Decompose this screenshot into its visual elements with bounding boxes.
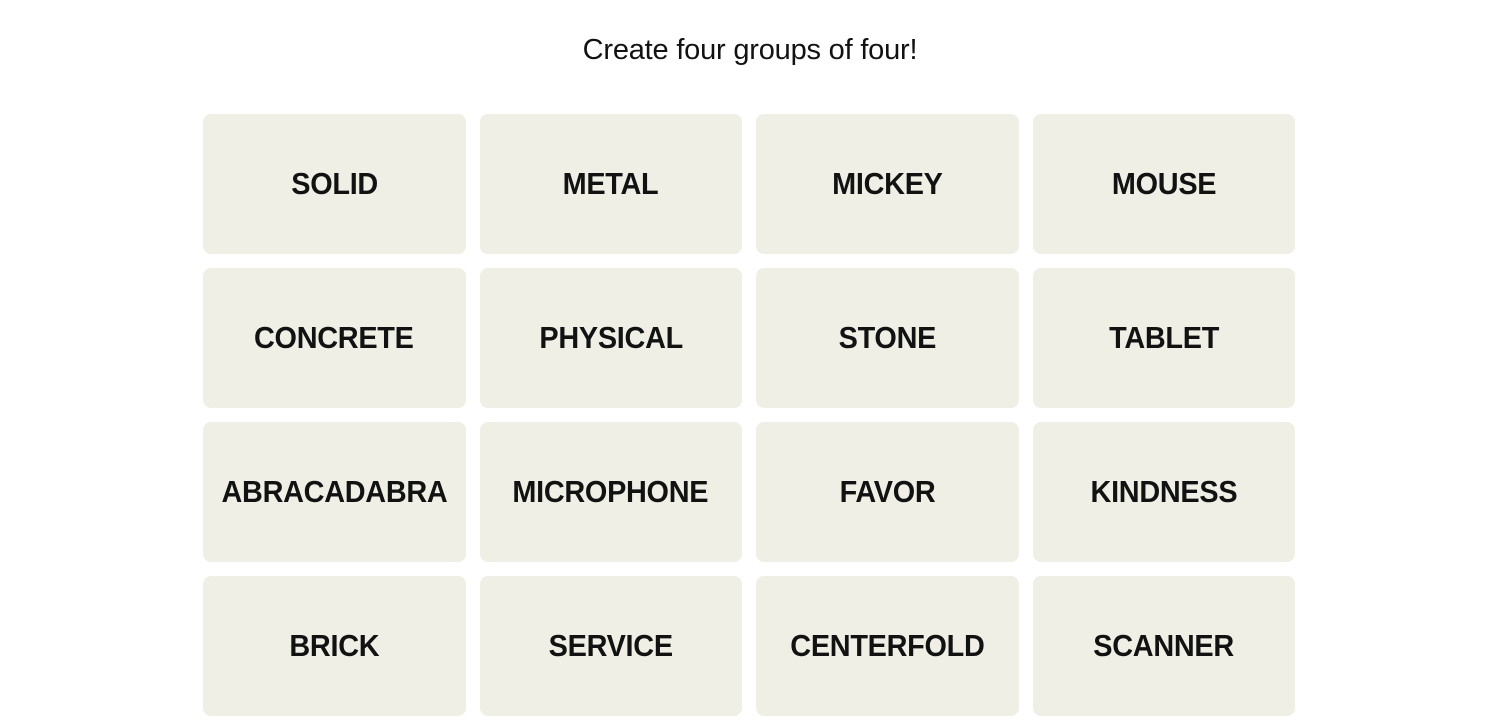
word-tile[interactable]: MOUSE <box>1032 114 1295 254</box>
word-tile[interactable]: SERVICE <box>479 576 742 716</box>
word-tile[interactable]: METAL <box>479 114 742 254</box>
word-tile-label: SCANNER <box>1093 628 1235 663</box>
word-tile-label: CONCRETE <box>254 320 415 355</box>
word-tile[interactable]: SOLID <box>203 114 466 254</box>
word-tile[interactable]: ABRACADABRA <box>203 422 466 562</box>
word-tile[interactable]: KINDNESS <box>1032 422 1295 562</box>
word-tile[interactable]: TABLET <box>1032 268 1295 408</box>
word-tile-label: SERVICE <box>548 628 673 663</box>
word-tile-label: SOLID <box>290 166 378 201</box>
word-tile-label: MICKEY <box>832 166 943 201</box>
word-tile[interactable]: PHYSICAL <box>479 268 742 408</box>
word-tile-label: MICROPHONE <box>512 474 709 509</box>
word-tile-label: PHYSICAL <box>538 320 683 355</box>
word-tile-label: MOUSE <box>1111 166 1217 201</box>
word-tile[interactable]: CONCRETE <box>203 268 466 408</box>
word-tile[interactable]: BRICK <box>203 576 466 716</box>
word-tile-label: FAVOR <box>839 474 936 509</box>
instructions-heading: Create four groups of four! <box>582 34 918 66</box>
word-tile-label: STONE <box>838 320 937 355</box>
word-tile-label: ABRACADABRA <box>221 474 448 509</box>
word-tile-label: BRICK <box>289 628 380 663</box>
word-tile[interactable]: CENTERFOLD <box>756 576 1019 716</box>
word-tile[interactable]: MICROPHONE <box>479 422 742 562</box>
word-grid: SOLID METAL MICKEY MOUSE CONCRETE PHYSIC… <box>203 114 1295 716</box>
word-tile-label: CENTERFOLD <box>790 628 985 663</box>
word-tile[interactable]: FAVOR <box>756 422 1019 562</box>
word-tile-label: TABLET <box>1108 320 1219 355</box>
word-tile[interactable]: SCANNER <box>1032 576 1295 716</box>
word-tile[interactable]: MICKEY <box>756 114 1019 254</box>
word-tile-label: KINDNESS <box>1090 474 1238 509</box>
word-tile-label: METAL <box>562 166 659 201</box>
word-tile[interactable]: STONE <box>756 268 1019 408</box>
